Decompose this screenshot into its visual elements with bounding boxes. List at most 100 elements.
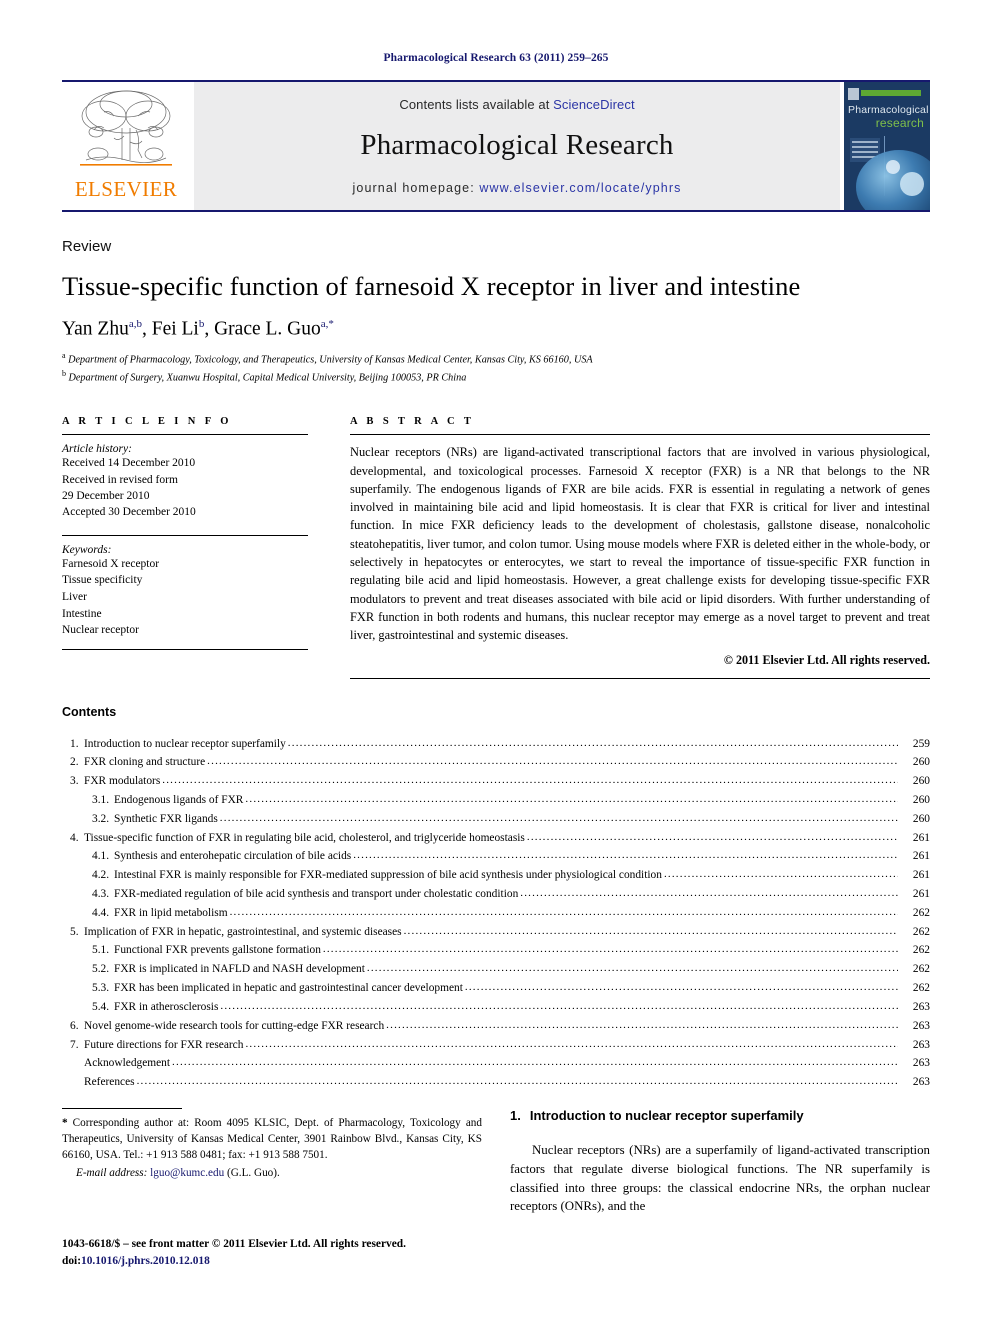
toc-entry[interactable]: 4.4. FXR in lipid metabolism.............…	[62, 904, 930, 923]
keyword-item: Intestine	[62, 607, 102, 620]
cover-molecule-node-b	[886, 160, 900, 174]
history-item: Accepted 30 December 2010	[62, 506, 196, 519]
toc-entry[interactable]: 6. Novel genome-wide research tools for c…	[62, 1017, 930, 1036]
toc-entry[interactable]: 5.1. Functional FXR prevents gallstone fo…	[62, 941, 930, 960]
toc-entry[interactable]: 4.2. Intestinal FXR is mainly responsible…	[62, 866, 930, 885]
homepage-link[interactable]: www.elsevier.com/locate/yphrs	[479, 181, 681, 195]
toc-entry[interactable]: References..............................…	[62, 1073, 930, 1092]
sciencedirect-link[interactable]: ScienceDirect	[553, 97, 635, 112]
doi-prefix: doi:	[62, 1255, 81, 1268]
toc-entry-label: FXR is implicated in NAFLD and NASH deve…	[114, 963, 365, 976]
toc-entry-number: 5.4.	[92, 1000, 110, 1013]
toc-leader-dots: ........................................…	[520, 887, 898, 900]
toc-entry-label: Acknowledgement	[84, 1057, 171, 1070]
keyword-item: Farnesoid X receptor	[62, 557, 160, 570]
toc-entry-page: 261	[912, 831, 930, 844]
toc-entry[interactable]: 4. Tissue-specific function of FXR in reg…	[62, 829, 930, 848]
email-link[interactable]: lguo@kumc.edu	[150, 1167, 224, 1179]
keyword-item: Tissue specificity	[62, 574, 143, 587]
toc-leader-dots: ........................................…	[403, 924, 898, 937]
toc-entry[interactable]: 7. Future directions for FXR research....…	[62, 1036, 930, 1055]
toc-entry[interactable]: 2. FXR cloning and structure.............…	[62, 753, 930, 772]
affiliation-2-mark: b	[62, 369, 66, 379]
toc-entry-page: 260	[912, 812, 930, 825]
toc-entry-number: 7.	[70, 1038, 79, 1051]
author-2-marks: b	[198, 318, 205, 330]
cover-publisher-mark-icon	[848, 88, 859, 100]
email-line: E-mail address: lguo@kumc.edu (G.L. Guo)…	[62, 1165, 482, 1181]
toc-entry[interactable]: 4.3. FXR-mediated regulation of bile acid…	[62, 885, 930, 904]
toc-entry-label: Synthetic FXR ligands	[114, 812, 218, 825]
intro-column: 1. Introduction to nuclear receptor supe…	[510, 1108, 930, 1216]
toc-entry-label: FXR cloning and structure	[84, 756, 206, 769]
toc-entry-number: 5.2.	[92, 963, 110, 976]
intro-section-title: Introduction to nuclear receptor superfa…	[529, 1108, 804, 1123]
toc-entry-label: FXR in lipid metabolism	[114, 906, 228, 919]
toc-entry-page: 263	[912, 1019, 930, 1032]
cover-green-bar	[861, 90, 921, 96]
elsevier-wordmark: ELSEVIER	[74, 177, 178, 201]
banner-center: Contents lists available at ScienceDirec…	[194, 82, 840, 210]
toc-leader-dots: ........................................…	[245, 792, 898, 805]
toc-entry[interactable]: 3. FXR modulators........................…	[62, 772, 930, 791]
toc-entry[interactable]: Acknowledgement.........................…	[62, 1054, 930, 1073]
toc-entry[interactable]: 5.2. FXR is implicated in NAFLD and NASH …	[62, 960, 930, 979]
contents-available-prefix: Contents lists available at	[399, 97, 554, 112]
info-divider-bottom	[62, 648, 308, 650]
toc-leader-dots: ........................................…	[663, 868, 898, 881]
toc-entry-page: 263	[912, 1000, 930, 1013]
elsevier-logo: ELSEVIER	[62, 82, 190, 210]
toc-entry-number: 4.4.	[92, 906, 110, 919]
doi-link[interactable]: 10.1016/j.phrs.2010.12.018	[81, 1255, 210, 1267]
toc-entry-page: 261	[912, 888, 930, 901]
toc-entry[interactable]: 5.3. FXR has been implicated in hepatic a…	[62, 979, 930, 998]
history-item: Received in revised form	[62, 473, 178, 486]
elsevier-tree-icon	[80, 90, 172, 166]
toc-entry-label: Tissue-specific function of FXR in regul…	[84, 831, 525, 844]
history-item: Received 14 December 2010	[62, 457, 196, 470]
cover-title-line1: Pharmacological	[848, 104, 929, 116]
author-1-marks: a,b	[128, 318, 142, 330]
affiliation-2-text: Department of Surgery, Xuanwu Hospital, …	[68, 372, 467, 384]
toc-entry[interactable]: 3.1. Endogenous ligands of FXR...........…	[62, 791, 930, 810]
toc-entry-number: 2.	[70, 756, 79, 769]
toc-entry-page: 259	[912, 737, 930, 750]
toc-entry-label: FXR in atherosclerosis	[114, 1000, 219, 1013]
cover-title-line2: research	[875, 116, 924, 130]
paper-page: Pharmacological Research 63 (2011) 259–2…	[0, 0, 992, 1323]
toc-leader-dots: ........................................…	[322, 943, 898, 956]
toc-entry[interactable]: 5. Implication of FXR in hepatic, gastroi…	[62, 923, 930, 942]
keyword-item: Nuclear receptor	[62, 624, 139, 637]
toc-entry-number: 4.	[70, 831, 79, 844]
toc-leader-dots: ........................................…	[287, 736, 898, 749]
journal-banner: ELSEVIER Contents lists available at Sci…	[62, 80, 930, 212]
toc-entry-label: Functional FXR prevents gallstone format…	[114, 944, 321, 957]
article-history-heading: Article history:	[62, 443, 132, 456]
toc-entry-page: 260	[912, 756, 930, 769]
article-type: Review	[62, 238, 112, 255]
info-divider-mid	[62, 534, 308, 536]
toc-leader-dots: ........................................…	[220, 999, 898, 1012]
toc-entry-label: Intestinal FXR is mainly responsible for…	[114, 869, 662, 882]
toc-entry-label: FXR has been implicated in hepatic and g…	[114, 982, 463, 995]
author-3-name: Grace L. Guo	[214, 318, 321, 340]
page-title: Tissue-specific function of farnesoid X …	[62, 271, 801, 301]
toc-entry-number: 4.3.	[92, 888, 110, 901]
toc-entry[interactable]: 1. Introduction to nuclear receptor super…	[62, 735, 930, 754]
toc-entry[interactable]: 5.4. FXR in atherosclerosis..............…	[62, 998, 930, 1017]
abstract-label: A B S T R A C T	[350, 416, 475, 428]
toc-entry-page: 262	[912, 906, 930, 919]
running-head: Pharmacological Research 63 (2011) 259–2…	[383, 52, 609, 64]
toc-entry-page: 262	[912, 963, 930, 976]
article-info-label: A R T I C L E I N F O	[62, 416, 232, 428]
toc-entry-page: 262	[912, 925, 930, 938]
abstract-divider-top	[350, 434, 930, 436]
email-label: E-mail address:	[76, 1166, 148, 1179]
toc-entry-label: Novel genome-wide research tools for cut…	[84, 1019, 385, 1032]
toc-entry-page: 262	[912, 982, 930, 995]
toc-entry[interactable]: 3.2. Synthetic FXR ligands...............…	[62, 810, 930, 829]
footnote-rule	[62, 1108, 182, 1109]
toc-entry-label: References	[84, 1076, 135, 1089]
toc-entry[interactable]: 4.1. Synthesis and enterohepatic circulat…	[62, 847, 930, 866]
keyword-item: Liver	[62, 590, 87, 603]
